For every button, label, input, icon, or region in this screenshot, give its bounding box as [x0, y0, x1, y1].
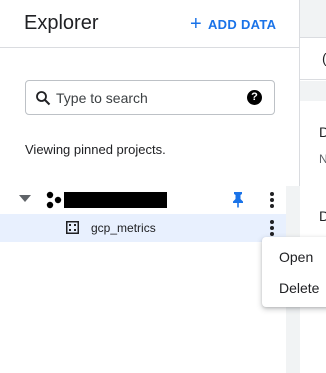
details-panel: ( D N D — [300, 0, 326, 373]
expand-caret-icon[interactable] — [19, 195, 31, 202]
menu-item-open[interactable]: Open — [262, 242, 326, 272]
add-data-label: ADD DATA — [207, 16, 277, 32]
context-menu: Open Delete — [262, 237, 326, 307]
project-row[interactable] — [0, 186, 286, 214]
search-box[interactable]: ? — [25, 80, 275, 115]
pinned-projects-text: Viewing pinned projects. — [25, 142, 166, 157]
details-heading-1: D — [319, 124, 326, 140]
details-heading-2: D — [319, 208, 326, 224]
project-more-options-icon[interactable] — [270, 192, 274, 208]
tab-label-fragment: ( — [322, 50, 326, 66]
explorer-panel: Explorer + ADD DATA ? Viewing pinned pro… — [0, 0, 300, 373]
explorer-header: Explorer + ADD DATA — [0, 0, 300, 48]
dataset-name: gcp_metrics — [91, 221, 156, 235]
help-icon[interactable]: ? — [247, 90, 262, 105]
project-name-redacted — [64, 192, 167, 208]
add-data-button[interactable]: + ADD DATA — [190, 14, 276, 34]
menu-item-label: Open — [279, 249, 314, 265]
project-icon — [46, 191, 62, 209]
plus-icon: + — [190, 13, 202, 35]
menu-item-label: Delete — [279, 280, 320, 296]
search-icon — [36, 91, 51, 106]
details-subtext: N — [319, 152, 326, 166]
menu-item-delete[interactable]: Delete — [262, 273, 326, 303]
search-input[interactable] — [56, 88, 236, 108]
tab-active[interactable]: ( — [300, 38, 326, 80]
dataset-more-options-icon[interactable] — [270, 220, 274, 236]
pin-icon[interactable] — [231, 191, 245, 208]
dataset-icon — [66, 221, 79, 234]
dataset-row[interactable]: gcp_metrics — [0, 214, 286, 242]
explorer-title: Explorer — [24, 12, 99, 34]
tab-bar — [300, 0, 326, 38]
